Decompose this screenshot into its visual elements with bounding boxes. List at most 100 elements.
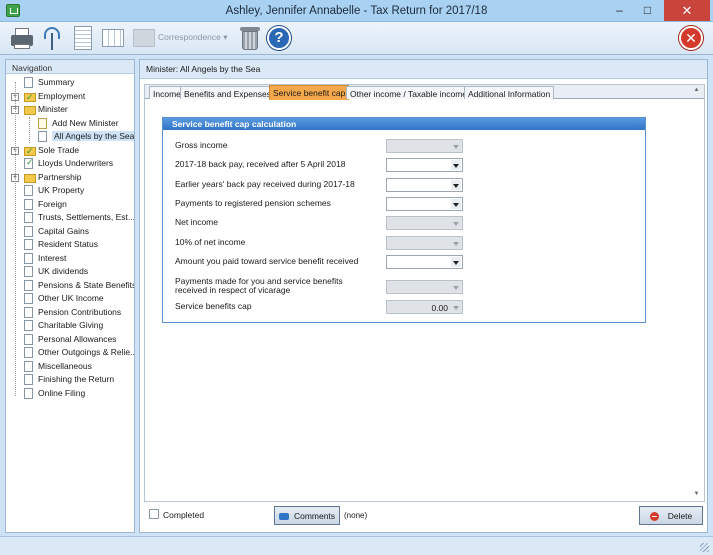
nav-item[interactable]: Miscellaneous [6, 360, 134, 374]
exit-button[interactable]: ✕ [678, 25, 704, 51]
nav-item-label: Add New Minister [52, 117, 119, 128]
nav-item-label: Lloyds Underwriters [38, 158, 114, 168]
document-icon [24, 360, 33, 372]
scroll-up-arrow-icon[interactable]: ▲ [692, 86, 701, 95]
nav-item[interactable]: Summary [6, 76, 134, 90]
nav-item[interactable]: Pension Contributions [6, 306, 134, 320]
service-benefit-cap-panel: Service benefit cap calculation Gross in… [162, 117, 646, 323]
document-icon [24, 252, 33, 264]
document-icon [24, 212, 33, 223]
comments-status: (none) [344, 511, 368, 520]
dropdown-arrow-icon[interactable] [451, 160, 461, 170]
nav-item[interactable]: +Employment [6, 90, 134, 104]
folder-icon [24, 173, 36, 183]
panel-title: Service benefit cap calculation [163, 118, 645, 130]
nav-item[interactable]: UK dividends [6, 265, 134, 279]
tab-service-benefit-cap[interactable]: Service benefit cap [269, 85, 350, 100]
field-row: Net income [175, 216, 635, 230]
nav-item[interactable]: Foreign [6, 198, 134, 212]
nav-item[interactable]: Trusts, Settlements, Est... [6, 211, 134, 225]
nav-item-label: Pensions & State Benefits [38, 279, 134, 290]
nav-item[interactable]: + Partnership [6, 171, 134, 185]
checked-folder-icon [24, 92, 36, 103]
nav-item[interactable]: Pensions & State Benefits [6, 279, 134, 293]
dropdown-arrow-icon [451, 238, 461, 248]
field-label: Net income [175, 217, 218, 227]
field-row: Gross income [175, 139, 635, 153]
document-icon [24, 225, 33, 237]
comments-button-label: Comments [293, 511, 336, 521]
document-icon [24, 266, 33, 277]
amount-combobox [386, 236, 463, 250]
amount-combobox [386, 139, 463, 153]
document-icon [38, 131, 47, 142]
navigation-tree: Summary +Employment−MinisterAdd New Minis… [6, 76, 134, 400]
delete-button[interactable]: Delete [639, 506, 703, 525]
comments-button[interactable]: Comments [274, 506, 340, 525]
exit-icon: ✕ [679, 26, 703, 50]
nav-item-label: Employment [38, 90, 86, 101]
maximize-button[interactable]: □ [634, 0, 661, 21]
amount-combobox[interactable] [386, 197, 463, 211]
field-label: Earlier years' back pay received during … [175, 179, 355, 189]
document-icon [24, 293, 33, 304]
nav-item[interactable]: Other UK Income [6, 292, 134, 306]
minimize-button[interactable]: – [606, 0, 633, 21]
folder-icon [24, 106, 36, 115]
field-row: 2017-18 back pay, received after 5 April… [175, 158, 635, 172]
field-row: Payments to registered pension schemes [175, 197, 635, 211]
breadcrumb: Minister: All Angels by the Sea [140, 60, 707, 79]
nav-item[interactable]: Online Filing [6, 387, 134, 401]
nav-item[interactable]: Finishing the Return [6, 373, 134, 387]
nav-item-label: Pension Contributions [38, 306, 122, 317]
nav-item-label: UK Property [38, 185, 85, 195]
tab-additional-information[interactable]: Additional Information [464, 86, 555, 99]
amount-combobox[interactable] [386, 158, 463, 172]
tab-other-income-taxable-income[interactable]: Other income / Taxable income [346, 86, 472, 99]
document-icon [24, 306, 33, 318]
scroll-down-arrow-icon[interactable]: ▼ [692, 490, 701, 499]
completed-checkbox[interactable] [149, 509, 159, 519]
close-window-button[interactable]: ✕ [664, 0, 710, 21]
nav-item-label: Other Outgoings & Relie... [38, 347, 134, 357]
forms-button[interactable] [70, 25, 96, 51]
document-icon [74, 26, 92, 50]
correspondence-dropdown[interactable]: Correspondence ▾ [158, 32, 232, 46]
nav-item[interactable]: UK Property [6, 184, 134, 198]
nav-item[interactable]: Interest [6, 252, 134, 266]
tab-benefits-and-expenses[interactable]: Benefits and Expenses [180, 86, 275, 99]
nav-item[interactable]: Personal Allowances [6, 333, 134, 347]
comment-icon [278, 513, 289, 520]
nav-item[interactable]: Charitable Giving [6, 319, 134, 333]
help-button[interactable]: ? [266, 25, 292, 51]
nav-item-label: Capital Gains [38, 225, 90, 236]
nav-item[interactable]: All Angels by the Sea [6, 130, 134, 144]
nav-item[interactable]: − Minister [6, 103, 134, 117]
nav-item[interactable]: Resident Status [6, 238, 134, 252]
nav-item[interactable]: +Sole Trade [6, 144, 134, 158]
dropdown-arrow-icon [451, 218, 461, 228]
amount-combobox: 0.00 [386, 300, 463, 314]
dropdown-arrow-icon[interactable] [451, 180, 461, 190]
print-button[interactable] [9, 25, 35, 51]
dropdown-arrow-icon[interactable] [451, 257, 461, 267]
nav-item[interactable]: Lloyds Underwriters [6, 157, 134, 171]
field-row: 10% of net income [175, 236, 635, 250]
table-icon [102, 29, 124, 47]
trash-button[interactable] [237, 25, 263, 51]
vertical-scrollbar[interactable]: ▲ ▼ [692, 86, 701, 500]
online-filing-button[interactable] [39, 25, 65, 51]
nav-item-label: Trusts, Settlements, Est... [38, 212, 134, 222]
amount-combobox[interactable] [386, 178, 463, 192]
nav-item[interactable]: Add New Minister [6, 117, 134, 131]
nav-item-label: Summary [38, 77, 75, 87]
spreadsheet-button[interactable] [100, 25, 126, 51]
nav-item[interactable]: Capital Gains [6, 225, 134, 239]
dropdown-arrow-icon[interactable] [451, 199, 461, 209]
nav-item-label: Resident Status [38, 239, 99, 249]
document-icon [24, 239, 33, 250]
tab-strip: Income Benefits and Expenses Service benef… [145, 85, 704, 100]
nav-item[interactable]: Other Outgoings & Relie... [6, 346, 134, 360]
resize-grip-icon[interactable] [700, 543, 709, 552]
amount-combobox[interactable] [386, 255, 463, 269]
